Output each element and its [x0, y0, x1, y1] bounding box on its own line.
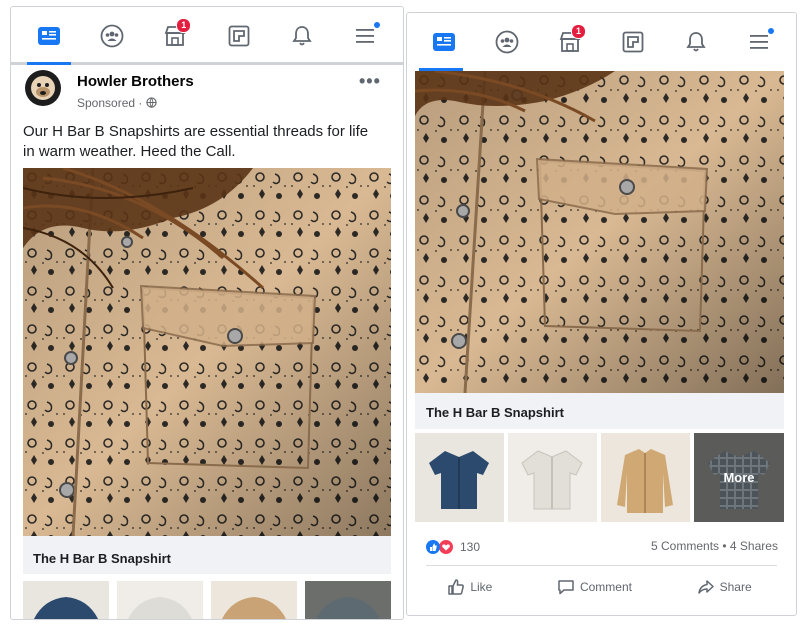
post-actions-bar: Like Comment Share	[415, 575, 784, 599]
shirt-image	[521, 450, 583, 510]
comment-button[interactable]: Comment	[557, 578, 632, 596]
shares-count[interactable]: 4 Shares	[730, 539, 778, 553]
menu-icon	[356, 29, 375, 43]
thumbs-up-icon	[448, 579, 465, 595]
notifications-icon	[292, 26, 312, 46]
news-feed-tab[interactable]	[29, 16, 69, 56]
thumbnail-tan-shirt[interactable]	[211, 581, 297, 619]
thumbnail-blue-shirt[interactable]	[23, 581, 109, 619]
dot-separator: ·	[138, 96, 146, 110]
news-feed-icon	[433, 33, 456, 51]
thumbnail-plaid-shirt[interactable]	[305, 581, 391, 619]
menu-icon	[749, 35, 768, 49]
news-feed-tab[interactable]	[424, 22, 464, 62]
menu-tab[interactable]	[345, 16, 385, 56]
pages-tab[interactable]	[219, 16, 259, 56]
ad-main-photo[interactable]	[415, 71, 784, 393]
thumbnail-blue-shirt[interactable]	[415, 433, 504, 522]
product-title[interactable]: The H Bar B Snapshirt	[426, 405, 564, 420]
sponsored-text: Sponsored	[77, 96, 136, 110]
marketplace-tab[interactable]: 1	[155, 16, 195, 56]
pages-tab[interactable]	[613, 22, 653, 62]
top-nav-bar: 1	[11, 7, 403, 65]
shirt-image	[34, 597, 98, 619]
more-options-icon[interactable]: •••	[359, 71, 381, 92]
shirt-closeup-image	[415, 71, 784, 393]
groups-tab[interactable]	[92, 16, 132, 56]
sponsored-label: Sponsored ·	[77, 96, 157, 110]
reaction-count: 130	[460, 540, 481, 554]
active-tab-indicator	[27, 62, 71, 65]
like-label: Like	[470, 580, 493, 594]
comments-shares-summary: 5 Comments • 4 Shares	[651, 539, 778, 553]
shirt-closeup-image	[23, 168, 391, 536]
groups-icon	[495, 30, 519, 54]
share-label: Share	[719, 580, 752, 594]
action-divider	[426, 565, 777, 566]
menu-notification-dot	[374, 22, 381, 28]
groups-tab[interactable]	[487, 22, 527, 62]
menu-notification-dot	[767, 28, 774, 34]
share-icon	[697, 580, 714, 594]
like-reaction-icon	[426, 540, 440, 554]
product-title[interactable]: The H Bar B Snapshirt	[33, 551, 171, 566]
comment-icon	[558, 580, 574, 595]
phone-right-frame: 1 The H Bar B Snapshirt More 130 5 Comme…	[406, 12, 797, 616]
thumbnail-plaid-shirt[interactable]: More	[694, 433, 784, 522]
news-feed-icon	[37, 27, 60, 45]
notifications-tab[interactable]	[676, 22, 716, 62]
page-name[interactable]: Howler Brothers	[77, 73, 194, 90]
shirt-image	[222, 597, 286, 619]
like-button[interactable]: Like	[447, 578, 492, 596]
thumbnail-white-shirt[interactable]	[508, 433, 597, 522]
pages-icon	[622, 31, 644, 53]
shirt-image	[128, 597, 192, 619]
menu-tab[interactable]	[739, 22, 779, 62]
globe-icon	[146, 97, 157, 108]
phone-left-frame: 1 Howler Brothers Sponsored · ••• Our H …	[10, 6, 404, 620]
reactions-summary[interactable]: 130	[426, 539, 480, 555]
page-avatar[interactable]	[25, 70, 61, 106]
post-caption: Our H Bar B Snapshirts are essential thr…	[23, 123, 369, 160]
marketplace-badge: 1	[176, 18, 192, 33]
notifications-icon	[686, 32, 706, 52]
shirt-image	[316, 597, 380, 619]
groups-icon	[100, 24, 124, 48]
marketplace-badge: 1	[571, 24, 587, 39]
thumbnail-white-shirt[interactable]	[117, 581, 203, 619]
pages-icon	[228, 25, 250, 47]
share-button[interactable]: Share	[697, 578, 752, 596]
ad-main-photo[interactable]	[23, 168, 391, 536]
bullet-separator: •	[722, 539, 727, 553]
comments-count[interactable]: 5 Comments	[651, 539, 719, 553]
more-products-button[interactable]: More	[694, 433, 784, 522]
comment-label: Comment	[579, 580, 632, 594]
shirt-image	[429, 451, 489, 509]
thumbnail-tan-shirt[interactable]	[601, 433, 690, 522]
shirt-image	[617, 449, 673, 513]
marketplace-tab[interactable]: 1	[550, 22, 590, 62]
love-reaction-icon	[438, 539, 454, 555]
top-nav-bar: 1	[407, 13, 796, 71]
notifications-tab[interactable]	[282, 16, 322, 56]
